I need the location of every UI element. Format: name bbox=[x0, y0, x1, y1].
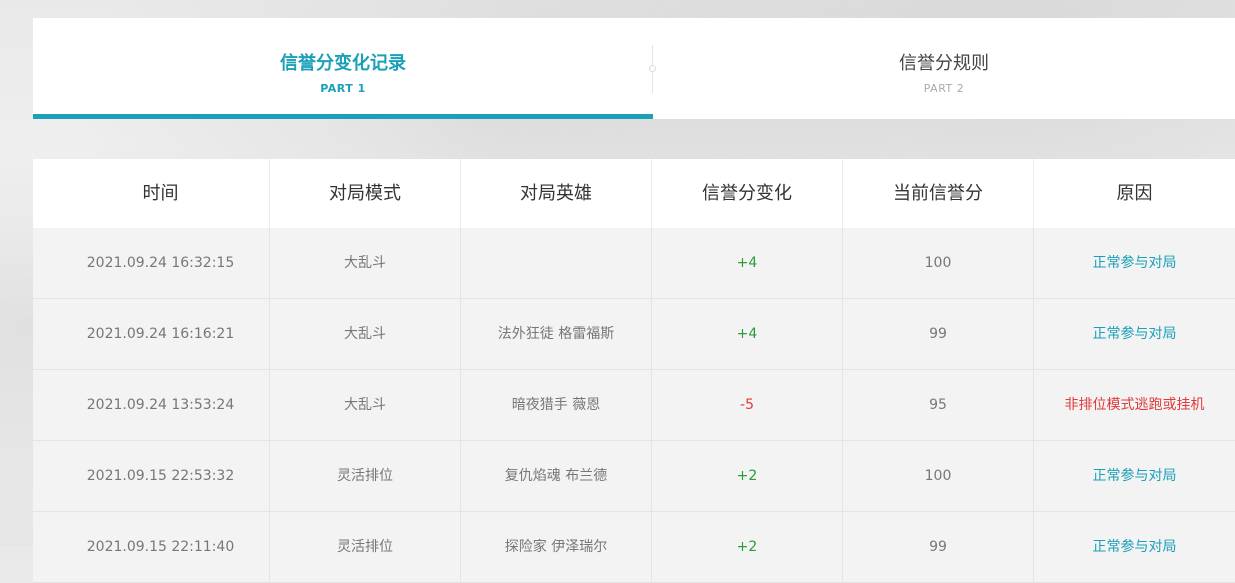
cell-mode: 灵活排位 bbox=[270, 512, 461, 582]
tab-subtitle: PART 1 bbox=[320, 82, 366, 95]
cell-hero: 法外狂徒 格雷福斯 bbox=[461, 299, 652, 369]
cell-reason: 正常参与对局 bbox=[1092, 468, 1177, 484]
cell-time: 2021.09.24 13:53:24 bbox=[33, 370, 270, 440]
tab-title: 信誉分变化记录 bbox=[280, 53, 406, 74]
cell-time: 2021.09.15 22:11:40 bbox=[33, 512, 270, 582]
table-row: 2021.09.24 16:16:21 大乱斗 法外狂徒 格雷福斯 +4 99 … bbox=[33, 299, 1235, 370]
tab-subtitle: PART 2 bbox=[923, 82, 965, 95]
cell-hero: 复仇焰魂 布兰德 bbox=[461, 441, 652, 511]
cell-score: 100 bbox=[843, 228, 1034, 298]
cell-change: +4 bbox=[652, 228, 843, 298]
cell-hero bbox=[461, 228, 652, 298]
header-score: 当前信誉分 bbox=[843, 159, 1034, 228]
cell-reason: 正常参与对局 bbox=[1092, 255, 1177, 271]
cell-time: 2021.09.24 16:32:15 bbox=[33, 228, 270, 298]
cell-time: 2021.09.15 22:53:32 bbox=[33, 441, 270, 511]
tab-credit-history[interactable]: 信誉分变化记录 PART 1 bbox=[33, 18, 656, 119]
table-row: 2021.09.15 22:11:40 灵活排位 探险家 伊泽瑞尔 +2 99 … bbox=[33, 512, 1235, 583]
cell-change: +2 bbox=[652, 512, 843, 582]
cell-change: -5 bbox=[652, 370, 843, 440]
header-mode: 对局模式 bbox=[270, 159, 461, 228]
cell-reason: 正常参与对局 bbox=[1092, 539, 1177, 555]
header-time: 时间 bbox=[33, 159, 270, 228]
cell-reason: 正常参与对局 bbox=[1092, 326, 1177, 342]
table-row: 2021.09.24 16:32:15 大乱斗 +4 100 正常参与对局 bbox=[33, 228, 1235, 299]
cell-mode: 大乱斗 bbox=[270, 299, 461, 369]
header-reason: 原因 bbox=[1116, 183, 1153, 204]
table-header: 时间 对局模式 对局英雄 信誉分变化 当前信誉分 原因 bbox=[33, 159, 1235, 228]
header-change: 信誉分变化 bbox=[652, 159, 843, 228]
tab-credit-rules[interactable]: 信誉分规则 PART 2 bbox=[653, 18, 1235, 119]
cell-time: 2021.09.24 16:16:21 bbox=[33, 299, 270, 369]
cell-reason: 非排位模式逃跑或挂机 bbox=[1064, 397, 1205, 413]
cell-mode: 灵活排位 bbox=[270, 441, 461, 511]
tab-title: 信誉分规则 bbox=[899, 53, 989, 74]
header-hero: 对局英雄 bbox=[461, 159, 652, 228]
active-tab-indicator bbox=[33, 114, 653, 119]
cell-hero: 探险家 伊泽瑞尔 bbox=[461, 512, 652, 582]
cell-score: 99 bbox=[843, 512, 1034, 582]
cell-score: 99 bbox=[843, 299, 1034, 369]
cell-mode: 大乱斗 bbox=[270, 228, 461, 298]
cell-change: +2 bbox=[652, 441, 843, 511]
cell-mode: 大乱斗 bbox=[270, 370, 461, 440]
tab-bar: 信誉分变化记录 PART 1 信誉分规则 PART 2 bbox=[33, 18, 1235, 119]
cell-score: 100 bbox=[843, 441, 1034, 511]
cell-hero: 暗夜猎手 薇恩 bbox=[461, 370, 652, 440]
cell-change: +4 bbox=[652, 299, 843, 369]
table-row: 2021.09.15 22:53:32 灵活排位 复仇焰魂 布兰德 +2 100… bbox=[33, 441, 1235, 512]
credit-record-table: 时间 对局模式 对局英雄 信誉分变化 当前信誉分 原因 2021.09.24 1… bbox=[33, 159, 1235, 583]
cell-score: 95 bbox=[843, 370, 1034, 440]
table-row: 2021.09.24 13:53:24 大乱斗 暗夜猎手 薇恩 -5 95 非排… bbox=[33, 370, 1235, 441]
